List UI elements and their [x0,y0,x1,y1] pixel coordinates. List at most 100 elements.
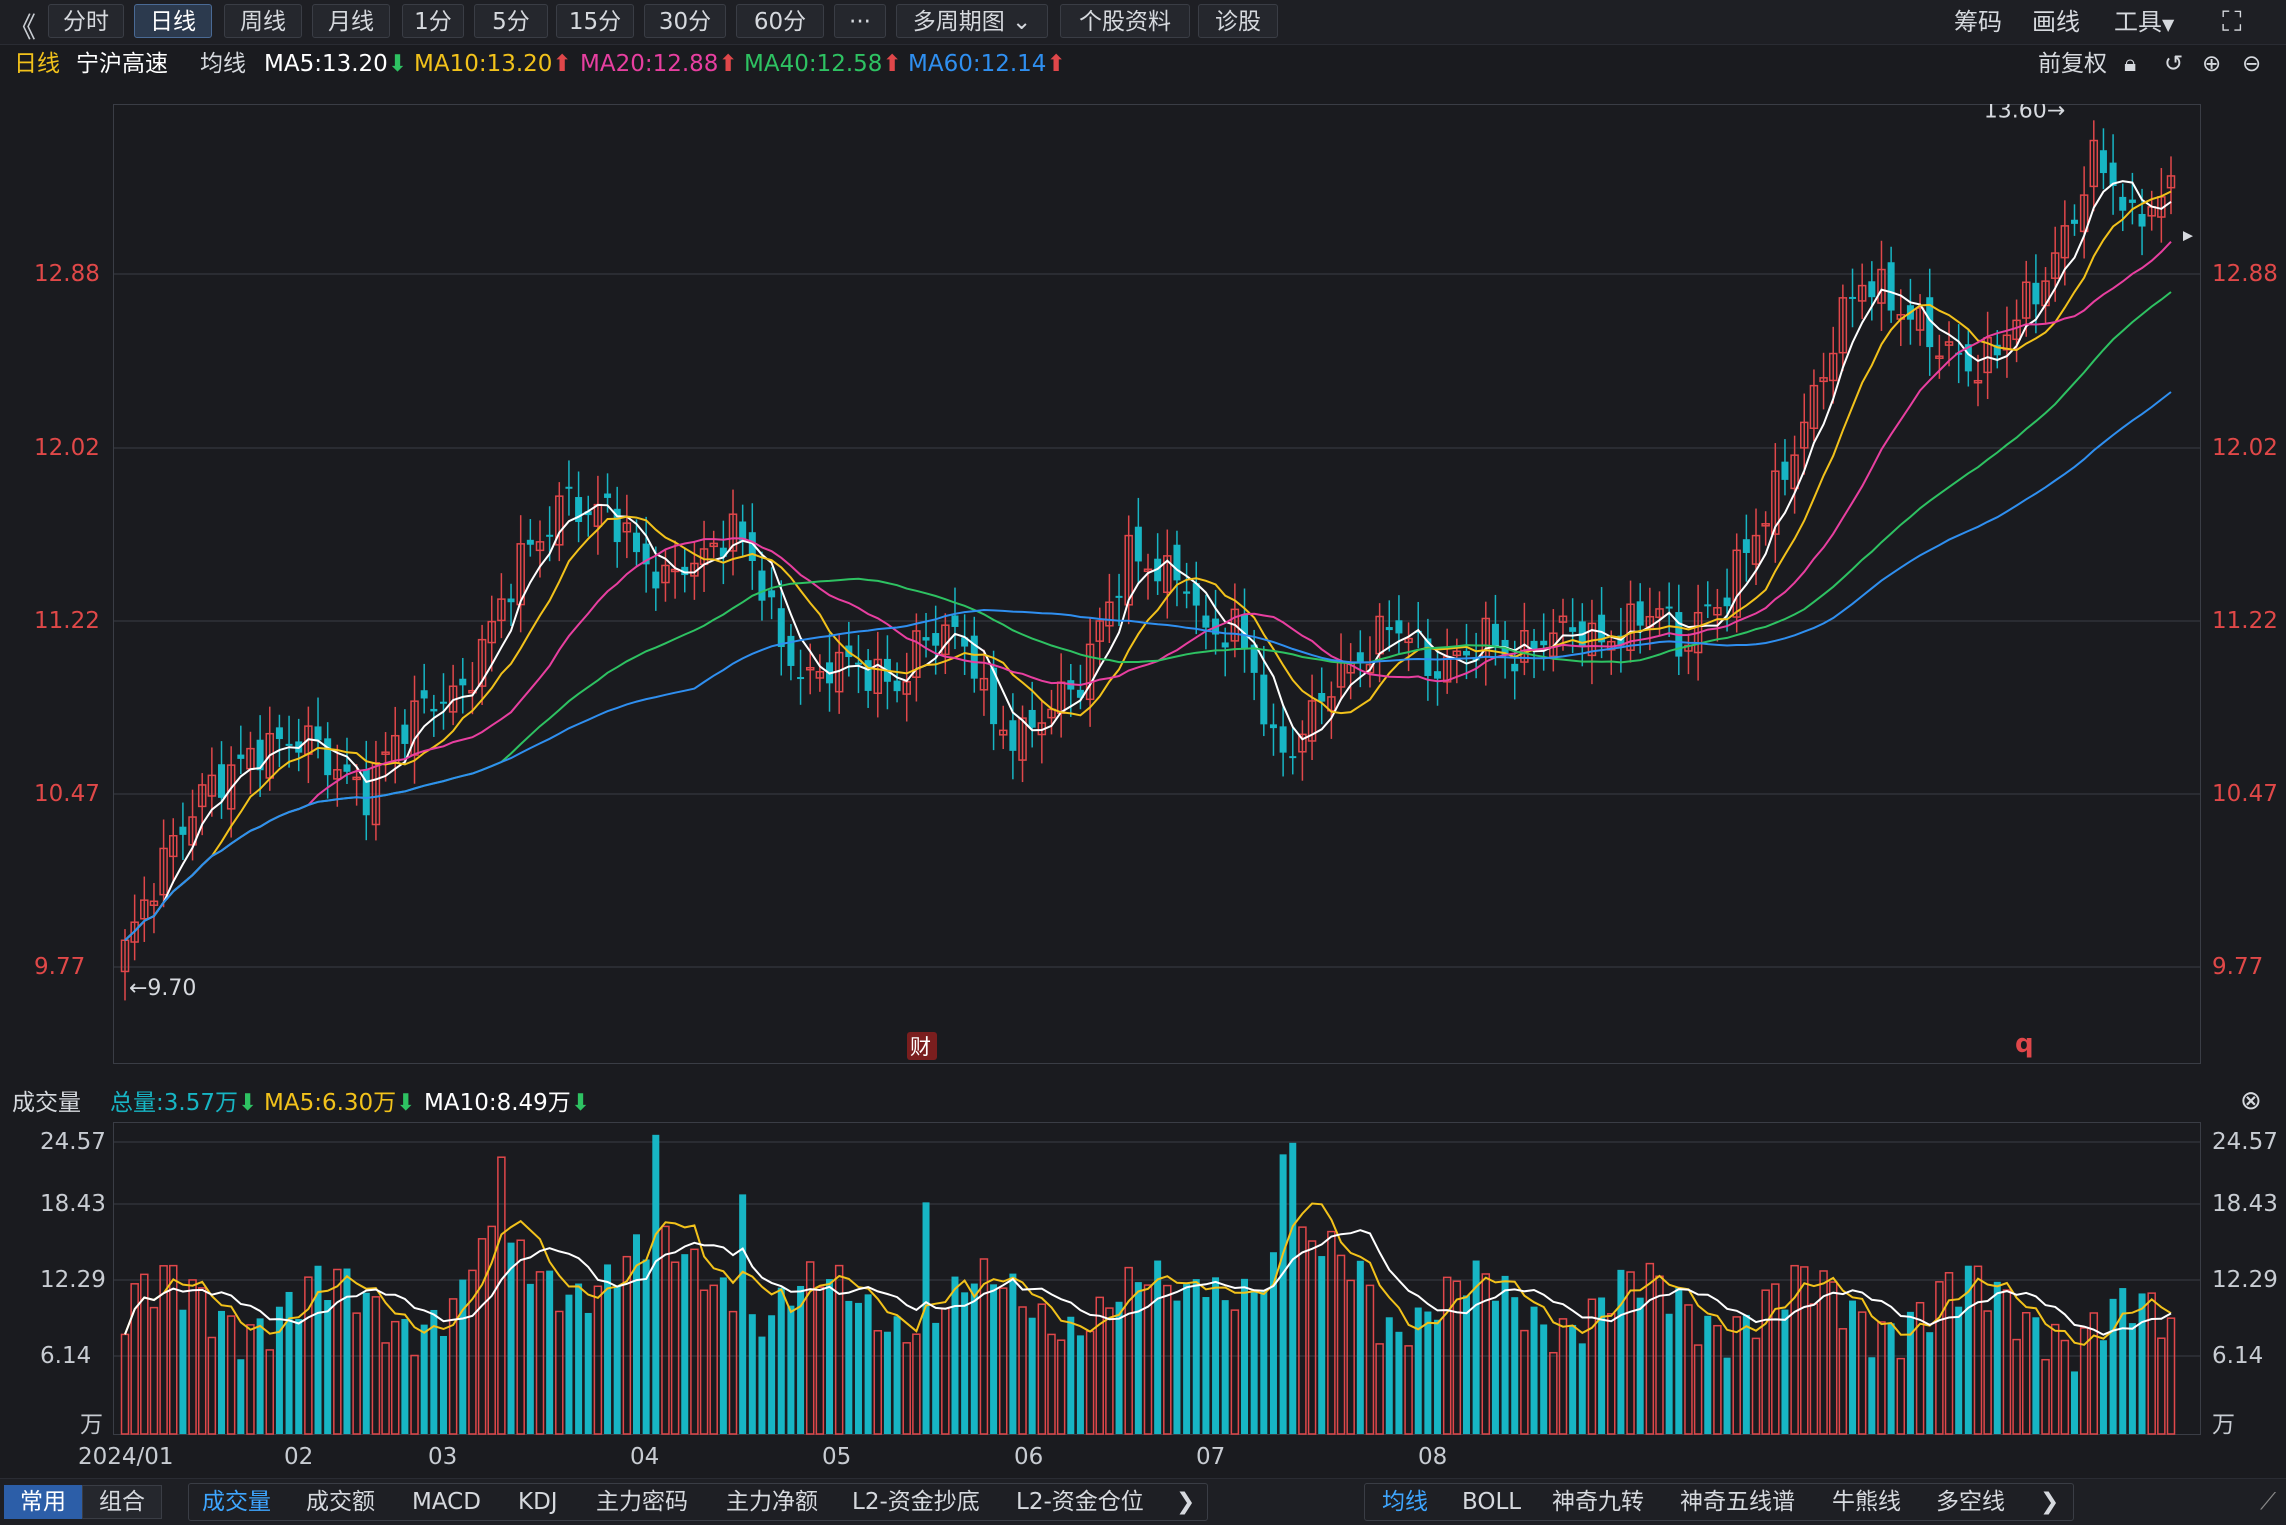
kline-chart[interactable]: 13.60→ ←9.70 财 q [113,104,2201,1064]
indicator-tab[interactable]: 主力密码 [596,1485,688,1519]
candle [1183,562,1191,609]
period-tab[interactable]: 日线 [134,4,212,38]
stock-info-button[interactable]: 个股资料 [1060,4,1190,38]
volume-bar [1375,1343,1384,1435]
volume-bar [2099,1340,2107,1434]
volume-bar [1356,1260,1364,1434]
period-tab[interactable]: 60分 [736,4,824,38]
volume-bar [1915,1301,1925,1435]
volume-chart[interactable] [113,1122,2201,1435]
candle [448,664,458,726]
candle [1336,633,1346,701]
indicator-tab[interactable]: 成交额 [306,1485,375,1519]
candle [218,741,226,819]
volume-bar [1983,1310,1992,1435]
period-tab[interactable]: 分时 [48,4,124,38]
candle [1915,294,1925,346]
candle [1414,601,1422,649]
tools-menu-button[interactable]: 工具▼ [2114,6,2174,41]
candle [140,876,149,942]
volume-bar [1955,1306,1963,1434]
combo-tab[interactable]: 组合 [82,1485,162,1519]
volume-bar [1124,1266,1133,1435]
volume-bar [1385,1317,1393,1434]
candle [1221,627,1229,677]
collapse-left-icon[interactable]: 《 [8,6,36,46]
candle [2119,183,2127,232]
chevron-right-icon[interactable]: ❯ [1176,1485,1195,1519]
volume-bar [1404,1345,1413,1435]
overlay-tab[interactable]: 神奇五线谱 [1680,1485,1795,1519]
period-tab[interactable]: 15分 [556,4,634,38]
chevron-right-icon[interactable]: ❯ [2040,1485,2059,1519]
indicator-tab[interactable]: 主力净额 [726,1485,818,1519]
indicator-tab[interactable]: L2-资金仓位 [1016,1485,1144,1519]
volume-bar [1713,1324,1722,1435]
more-periods-button[interactable]: ··· [834,4,886,38]
draw-line-button[interactable]: 画线 [2032,6,2080,38]
multi-period-chart-button[interactable]: 多周期图 ⌄ [896,4,1048,38]
chart-title-row: 日线 宁沪高速 均线 MA5:13.20⬇ MA10:13.20⬆ MA20:1… [0,44,2286,84]
price-tick-label: 11.22 [2212,608,2278,634]
candle [2099,128,2107,190]
candle [1385,600,1393,652]
candle [1434,648,1442,706]
candle [902,652,911,722]
period-tab[interactable]: 周线 [224,4,302,38]
volume-bar [1606,1313,1616,1435]
common-tab[interactable]: 常用 [4,1485,82,1519]
candle [593,475,603,555]
period-tab[interactable]: 30分 [644,4,726,38]
price-tick-label: 10.47 [34,781,100,807]
indicator-tab[interactable]: KDJ [518,1485,558,1519]
candle [1684,633,1693,675]
candle [1395,595,1403,654]
volume-bar [2060,1339,2070,1435]
period-tab[interactable]: 月线 [312,4,390,38]
ma60-value: MA60:12.14⬆ [908,50,1066,78]
zoom-in-icon[interactable]: ⊕ [2202,50,2221,78]
overlay-tab[interactable]: 均线 [1382,1485,1428,1519]
candle [1442,628,1452,694]
lock-icon[interactable]: 🔒︎ [2124,50,2136,78]
volume-bar [1424,1311,1432,1434]
volume-bar [1645,1262,1655,1435]
volume-bar [1076,1335,1084,1434]
volume-bar [652,1134,660,1434]
period-tab[interactable]: 1分 [402,4,464,38]
zoom-out-icon[interactable]: ⊖ [2242,50,2261,78]
period-tab[interactable]: 5分 [474,4,548,38]
volume-bar [1675,1287,1683,1434]
indicator-tab[interactable]: L2-资金抄底 [852,1485,980,1519]
candle [477,624,487,706]
ma-label[interactable]: 均线 [200,50,246,78]
close-panel-icon[interactable]: ⊗ [2240,1087,2262,1115]
indicator-tab[interactable]: 成交量 [202,1485,271,1519]
volume-bar [2032,1317,2040,1434]
volume-bar [990,1284,998,1434]
volume-bar [1636,1297,1644,1434]
undo-icon[interactable]: ↺ [2164,50,2183,78]
candle [1230,583,1240,658]
fullscreen-icon[interactable]: ⛶ [2222,6,2242,38]
overlay-tab[interactable]: 多空线 [1936,1485,2005,1519]
indicator-tab[interactable]: MACD [412,1485,481,1519]
diagnose-button[interactable]: 诊股 [1198,4,1278,38]
overlay-tab[interactable]: 牛熊线 [1832,1485,1901,1519]
volume-tick-label: 24.57 [2212,1129,2278,1155]
adjust-mode-button[interactable]: 前复权 [2038,50,2107,78]
volume-bar [1250,1289,1258,1434]
volume-bar [390,1320,400,1435]
volume-bar [1723,1357,1731,1434]
volume-bar [546,1270,554,1434]
resize-handle-icon[interactable]: ⟋ [2260,1485,2276,1519]
chips-button[interactable]: 筹码 [1954,6,2002,38]
volume-bar [951,1276,959,1434]
volume-bar [362,1292,370,1434]
overlay-tab[interactable]: 神奇九转 [1552,1485,1644,1519]
date-tick-label: 06 [1014,1444,1044,1470]
overlay-tab[interactable]: BOLL [1462,1485,1521,1519]
volume-bar [1693,1344,1703,1435]
candle [1481,601,1491,686]
volume-bar [1935,1281,1944,1435]
